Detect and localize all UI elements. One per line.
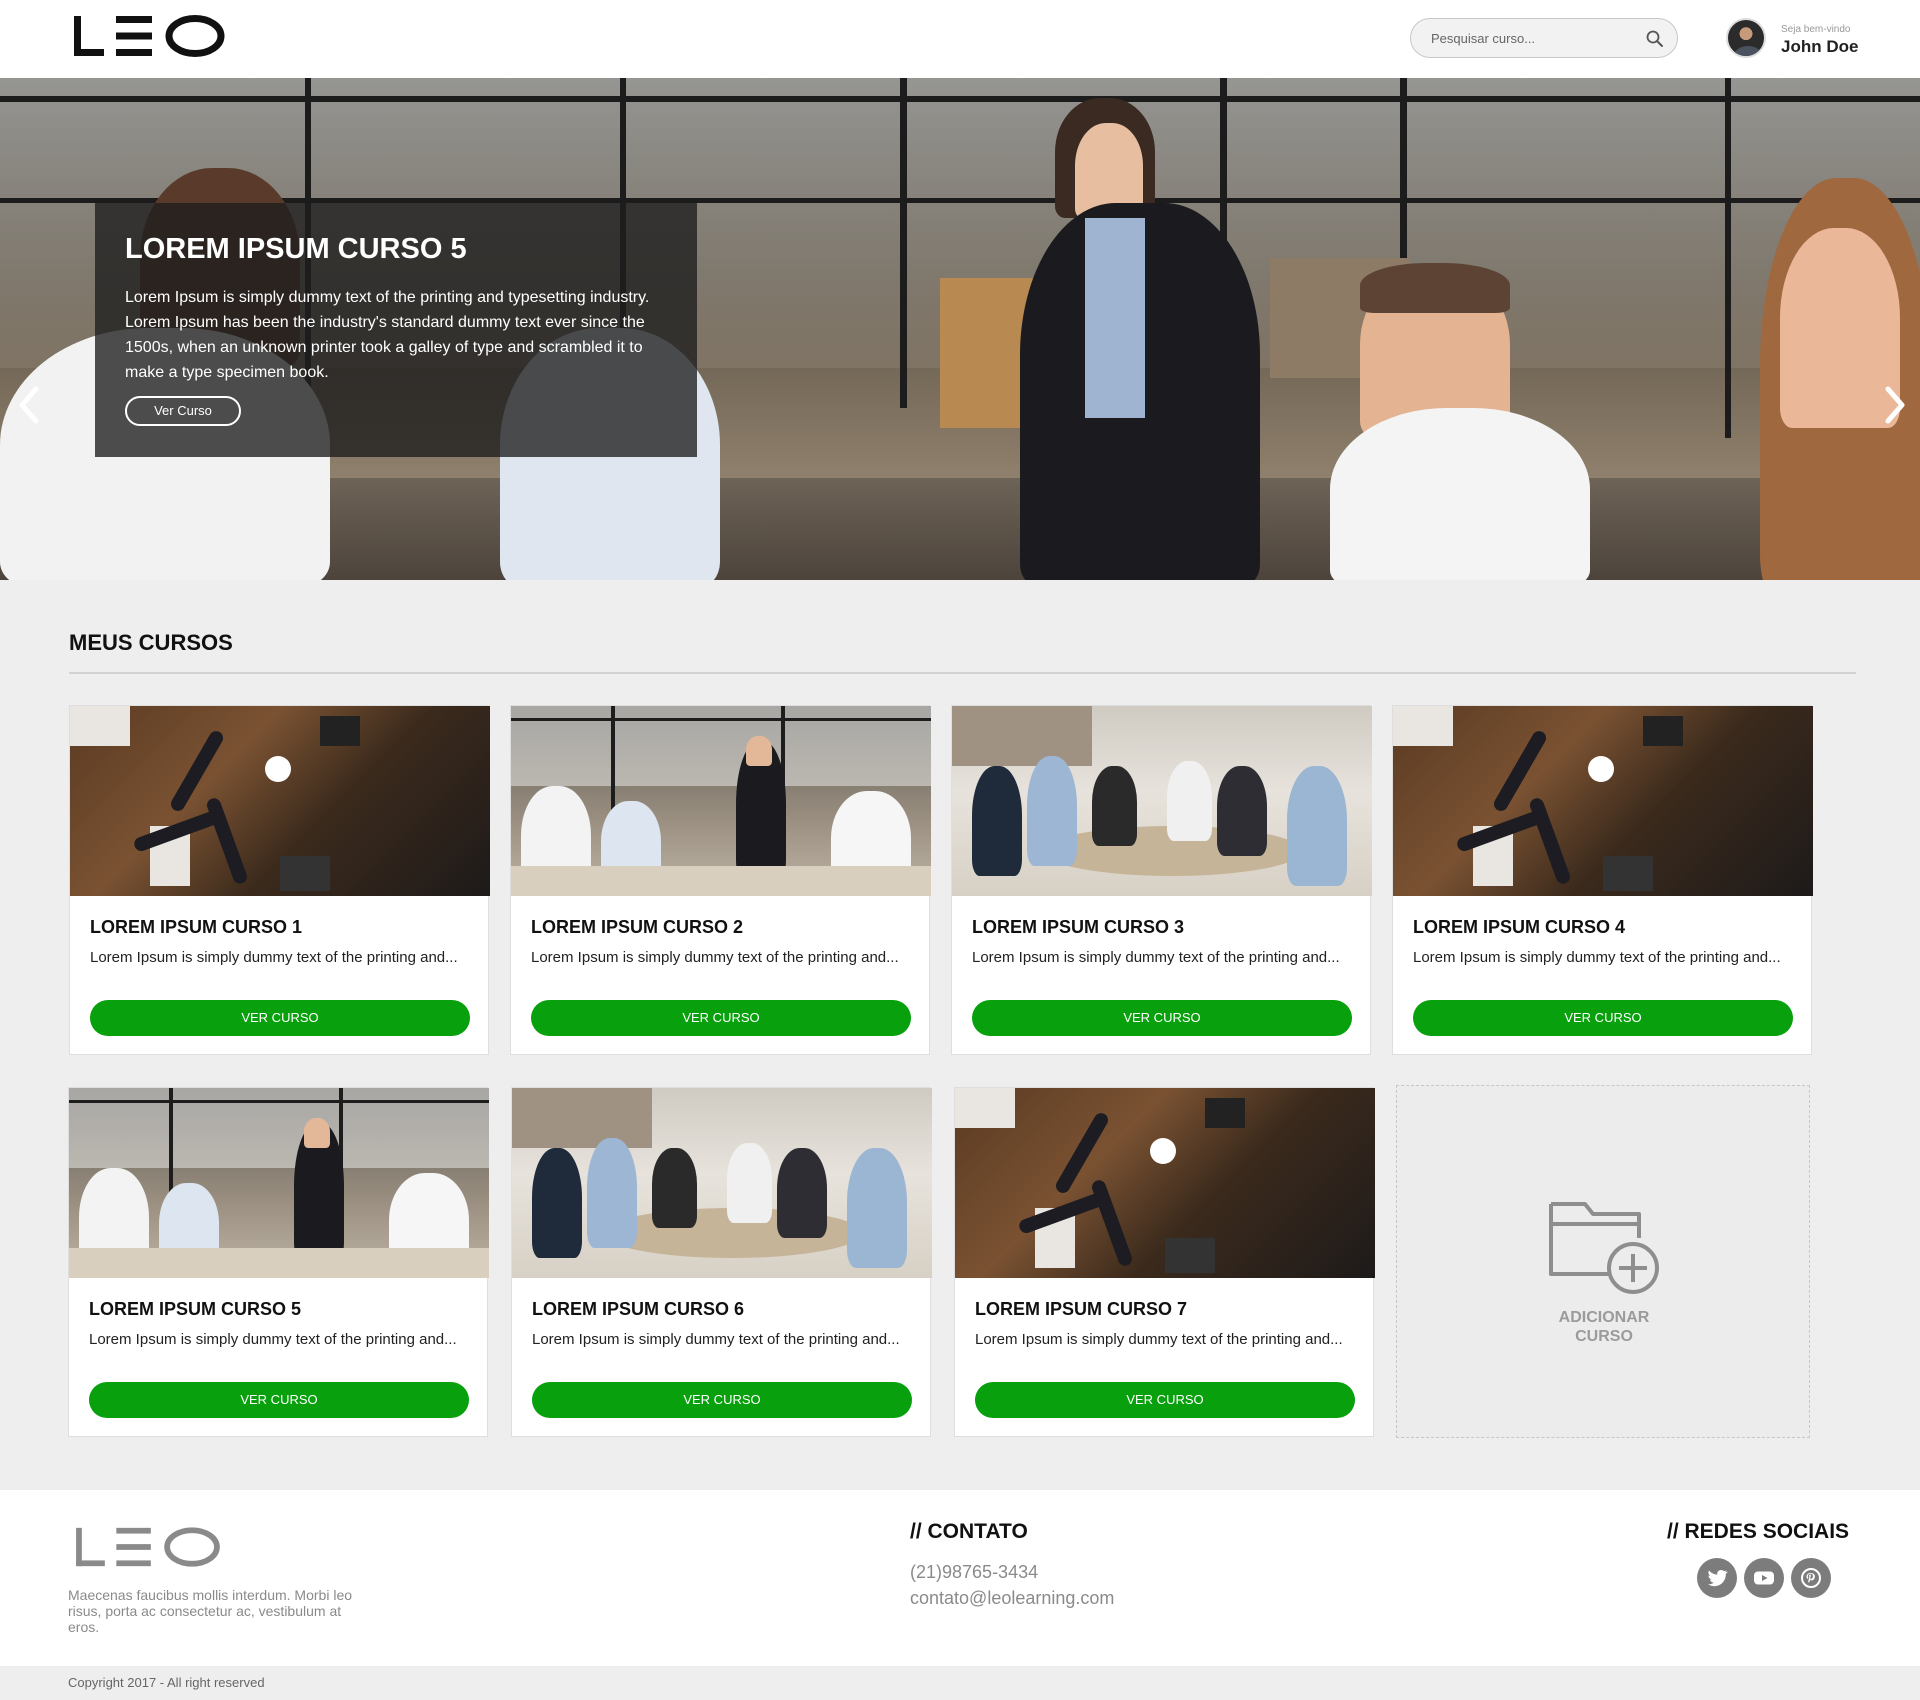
search-box [1410,18,1678,58]
course-title: LOREM IPSUM CURSO 6 [532,1299,745,1319]
user-name[interactable]: John Doe [1781,37,1858,57]
hero-view-course-button[interactable]: Ver Curso [125,396,241,426]
view-course-button[interactable]: VER CURSO [1413,1000,1793,1036]
course-card: LOREM IPSUM CURSO 7 Lorem Ipsum is simpl… [954,1087,1375,1437]
course-title: LOREM IPSUM CURSO 5 [89,1299,302,1319]
course-thumbnail[interactable] [1393,706,1813,896]
course-thumbnail[interactable] [69,1088,489,1278]
copyright-text: Copyright 2017 - All right reserved [68,1675,265,1690]
footer-about-text: Maecenas faucibus mollis interdum. Morbi… [68,1587,353,1635]
course-thumbnail[interactable] [511,706,931,896]
section-title: MEUS CURSOS [69,630,233,655]
course-thumbnail[interactable] [955,1088,1375,1278]
contact-heading: // CONTATO [910,1520,1028,1543]
course-title: LOREM IPSUM CURSO 1 [90,917,303,937]
course-description: Lorem Ipsum is simply dummy text of the … [532,1331,900,1348]
twitter-icon[interactable] [1697,1558,1737,1598]
youtube-icon[interactable] [1744,1558,1784,1598]
hero-caption: LOREM IPSUM CURSO 5 Lorem Ipsum is simpl… [95,203,697,457]
hero-description: Lorem Ipsum is simply dummy text of the … [125,289,650,381]
course-card: LOREM IPSUM CURSO 6 Lorem Ipsum is simpl… [511,1087,932,1437]
course-description: Lorem Ipsum is simply dummy text of the … [90,949,458,966]
course-card: LOREM IPSUM CURSO 3 Lorem Ipsum is simpl… [951,705,1372,1055]
course-description: Lorem Ipsum is simply dummy text of the … [972,949,1340,966]
view-course-button[interactable]: VER CURSO [975,1382,1355,1418]
search-icon[interactable] [1645,29,1665,49]
hero-title: LOREM IPSUM CURSO 5 [125,233,467,265]
course-thumbnail[interactable] [952,706,1372,896]
chevron-left-icon[interactable] [14,383,44,427]
pinterest-icon[interactable] [1791,1558,1831,1598]
welcome-text: Seja bem-vindo [1781,24,1851,35]
view-course-button[interactable]: VER CURSO [531,1000,911,1036]
course-title: LOREM IPSUM CURSO 2 [531,917,744,937]
folder-add-icon [1549,1202,1659,1294]
footer: Maecenas faucibus mollis interdum. Morbi… [0,1490,1920,1666]
section-divider [69,672,1856,674]
social-heading: // REDES SOCIAIS [1667,1520,1850,1543]
contact-email[interactable]: contato@leolearning.com [910,1588,1114,1609]
course-description: Lorem Ipsum is simply dummy text of the … [89,1331,457,1348]
view-course-button[interactable]: VER CURSO [90,1000,470,1036]
course-thumbnail[interactable] [512,1088,932,1278]
view-course-button[interactable]: VER CURSO [972,1000,1352,1036]
course-card: LOREM IPSUM CURSO 1 Lorem Ipsum is simpl… [69,705,490,1055]
view-course-button[interactable]: VER CURSO [532,1382,912,1418]
search-input[interactable] [1411,19,1631,57]
leo-logo[interactable] [70,12,226,60]
course-description: Lorem Ipsum is simply dummy text of the … [1413,949,1781,966]
course-description: Lorem Ipsum is simply dummy text of the … [531,949,899,966]
hero-banner: LOREM IPSUM CURSO 5 Lorem Ipsum is simpl… [0,78,1920,580]
view-course-button[interactable]: VER CURSO [89,1382,469,1418]
add-course-card[interactable]: ADICIONAR CURSO [1396,1085,1810,1438]
chevron-right-icon[interactable] [1880,383,1910,427]
course-card: LOREM IPSUM CURSO 4 Lorem Ipsum is simpl… [1392,705,1813,1055]
course-title: LOREM IPSUM CURSO 4 [1413,917,1626,937]
contact-phone[interactable]: (21)98765-3434 [910,1562,1038,1583]
top-header: Seja bem-vindo John Doe [0,0,1920,78]
course-thumbnail[interactable] [70,706,490,896]
footer-leo-logo[interactable] [70,1524,224,1570]
course-title: LOREM IPSUM CURSO 7 [975,1299,1188,1319]
add-course-label: ADICIONAR CURSO [1558,1309,1650,1345]
avatar[interactable] [1726,18,1766,58]
course-card: LOREM IPSUM CURSO 5 Lorem Ipsum is simpl… [68,1087,489,1437]
course-description: Lorem Ipsum is simply dummy text of the … [975,1331,1343,1348]
course-card: LOREM IPSUM CURSO 2 Lorem Ipsum is simpl… [510,705,931,1055]
course-title: LOREM IPSUM CURSO 3 [972,917,1185,937]
